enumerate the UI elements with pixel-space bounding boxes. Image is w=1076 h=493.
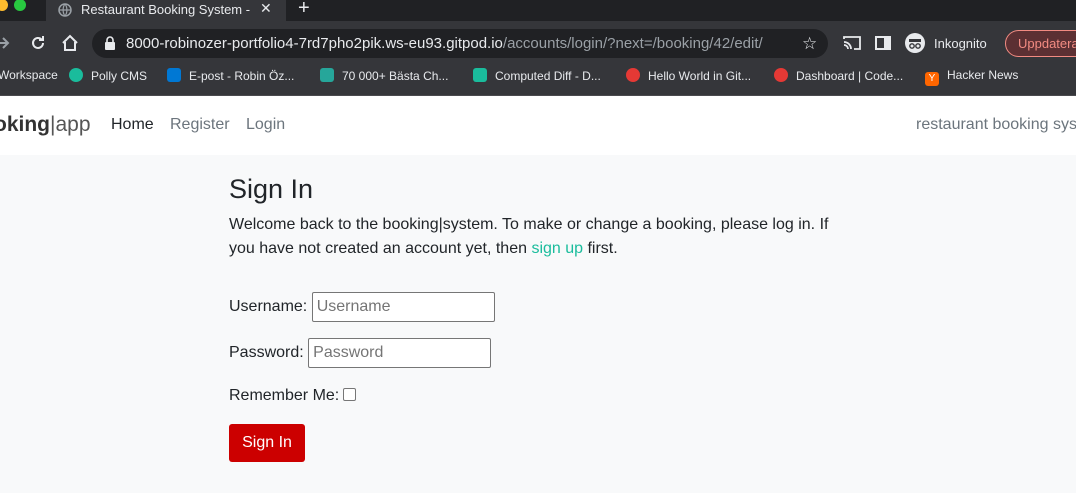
bookmarks-bar: Workspace Polly CMS E-post - Robin Öz...… [0, 65, 1076, 96]
intro-text-start: Welcome back to the booking|system. To m… [229, 216, 829, 257]
bookmark-workspace[interactable]: Workspace [0, 68, 58, 88]
password-input[interactable] [308, 338, 492, 368]
window-zoom-button[interactable] [14, 0, 26, 11]
bookmark-hello-world[interactable]: Hello World in Git... [626, 68, 751, 88]
bookmark-outlook[interactable]: E-post - Robin Öz... [167, 68, 294, 88]
brand-light: app [55, 113, 91, 136]
password-label: Password: [229, 344, 304, 362]
url-host: 8000-robinozer-portfolio4-7rd7pho2pik.ws… [126, 35, 503, 52]
side-panel-icon[interactable] [873, 33, 893, 53]
brand-logo[interactable]: oking|app [0, 113, 91, 137]
incognito-label: Inkognito [934, 36, 987, 51]
username-row: Username: [229, 292, 495, 322]
cast-icon[interactable] [842, 33, 862, 53]
sign-in-button[interactable]: Sign In [229, 424, 305, 462]
opera-icon [774, 68, 788, 82]
site-navbar: oking|app Home Register Login restaurant… [0, 96, 1076, 155]
browser-toolbar: 8000-robinozer-portfolio4-7rd7pho2pik.ws… [0, 21, 1076, 65]
basta-icon [320, 68, 334, 82]
diff-icon [473, 68, 487, 82]
bookmark-label: Workspace [0, 68, 58, 82]
window-minimize-button[interactable] [0, 0, 8, 11]
bookmark-label: Dashboard | Code... [796, 69, 904, 83]
url-path: /accounts/login/?next=/booking/42/edit/ [502, 35, 763, 52]
sign-in-section: Sign In Welcome back to the booking|syst… [229, 172, 869, 462]
incognito-icon[interactable] [904, 32, 926, 54]
intro-text: Welcome back to the booking|system. To m… [229, 213, 854, 261]
intro-text-end: first. [583, 240, 618, 257]
site-tagline: restaurant booking sys [916, 116, 1076, 133]
browser-tab-strip: Restaurant Booking System - L ✕ + [0, 0, 1076, 21]
globe-icon [58, 3, 72, 17]
reload-icon[interactable] [28, 33, 48, 53]
nav-home[interactable]: Home [111, 116, 154, 134]
bookmark-basta[interactable]: 70 000+ Bästa Ch... [320, 68, 448, 88]
remember-label: Remember Me: [229, 387, 340, 404]
nav-register[interactable]: Register [170, 116, 230, 134]
remember-checkbox[interactable] [343, 388, 357, 401]
bookmark-label: 70 000+ Bästa Ch... [342, 69, 449, 83]
new-tab-icon[interactable]: + [298, 0, 310, 20]
remember-row: Remember Me: [229, 387, 357, 405]
page-title: Sign In [229, 174, 314, 204]
username-label: Username: [229, 298, 308, 316]
polly-icon [69, 68, 83, 82]
bookmark-polly-cms[interactable]: Polly CMS [69, 68, 147, 88]
bookmark-label: Hacker News [947, 68, 1019, 82]
address-bar[interactable]: 8000-robinozer-portfolio4-7rd7pho2pik.ws… [92, 29, 828, 58]
opera-icon [626, 68, 640, 82]
lock-icon [105, 36, 115, 50]
url-text: 8000-robinozer-portfolio4-7rd7pho2pik.ws… [126, 35, 763, 52]
sign-up-link[interactable]: sign up [531, 240, 583, 257]
home-icon[interactable] [60, 33, 80, 53]
bookmark-star-icon[interactable]: ☆ [802, 34, 817, 54]
tab-title: Restaurant Booking System - L [81, 2, 253, 17]
bookmark-label: E-post - Robin Öz... [189, 69, 295, 83]
close-tab-icon[interactable]: ✕ [260, 0, 272, 17]
nav-login[interactable]: Login [246, 116, 285, 134]
bookmark-computed-diff[interactable]: Computed Diff - D... [473, 68, 601, 88]
hacker-news-icon: Y [925, 72, 939, 86]
browser-tab[interactable]: Restaurant Booking System - L ✕ [46, 0, 286, 21]
bookmark-label: Hello World in Git... [648, 69, 752, 83]
bookmark-hacker-news[interactable]: Y Hacker News [925, 68, 1018, 88]
outlook-icon [167, 68, 181, 82]
forward-icon[interactable] [0, 33, 12, 53]
password-row: Password: [229, 338, 492, 368]
brand-bold: oking [0, 113, 50, 136]
username-input[interactable] [311, 292, 495, 322]
update-button[interactable]: Uppdatera [1005, 30, 1076, 57]
bookmark-dashboard[interactable]: Dashboard | Code... [774, 68, 903, 88]
bookmark-label: Computed Diff - D... [495, 69, 601, 83]
bookmark-label: Polly CMS [91, 69, 148, 83]
